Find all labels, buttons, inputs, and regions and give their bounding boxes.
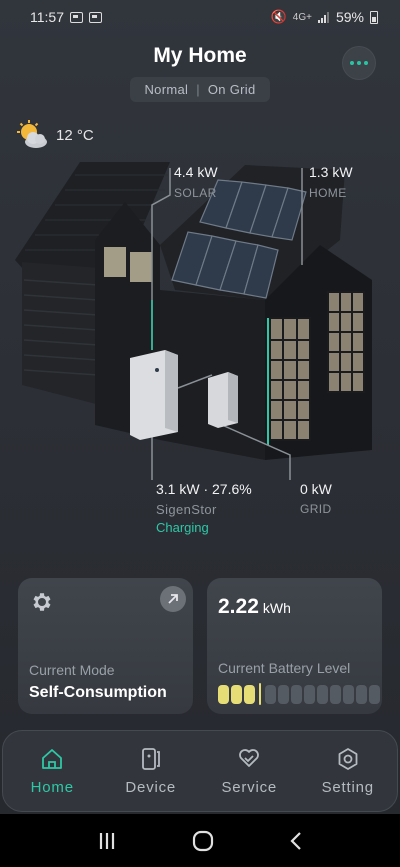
- solar-label: SOLAR: [174, 186, 217, 200]
- battery-cell: [278, 684, 289, 704]
- grid-power-value: 0 kW: [300, 481, 332, 497]
- open-mode-button[interactable]: [160, 586, 186, 612]
- notification-icon: [70, 11, 83, 23]
- battery-cell: [343, 684, 354, 704]
- nav-home[interactable]: Home: [7, 746, 97, 796]
- grid-label: GRID: [300, 502, 332, 516]
- battery-power-value: 3.1 kW · 27.6%: [156, 481, 252, 497]
- mute-icon: 🔇: [270, 9, 287, 24]
- setting-icon: [338, 748, 358, 770]
- home-label: HOME: [309, 186, 347, 200]
- pill-divider: |: [196, 82, 200, 97]
- battery-cell: [218, 684, 229, 704]
- temperature: 12 °C: [56, 126, 94, 144]
- home-icon: [42, 749, 63, 769]
- signal-icon: [317, 11, 329, 23]
- status-bar: 11:57 🔇 4G+ 59%: [0, 0, 400, 34]
- page-title: My Home: [153, 44, 247, 67]
- solar-power-value: 4.4 kW: [174, 164, 218, 180]
- nav-device-label: Device: [125, 779, 177, 796]
- service-icon: [239, 749, 260, 767]
- dot-icon: [357, 61, 361, 65]
- battery-cell: [231, 684, 242, 704]
- dot-icon: [364, 61, 368, 65]
- house-left-wall: [22, 262, 100, 405]
- battery-icon: [370, 10, 378, 24]
- dot-icon: [350, 61, 354, 65]
- battery-energy-unit: kWh: [262, 600, 291, 616]
- gear-icon: [30, 590, 54, 619]
- back-icon[interactable]: [289, 831, 303, 851]
- battery-device-label: SigenStor: [156, 502, 217, 517]
- battery-level-indicator: [218, 683, 380, 705]
- home-button-icon[interactable]: [192, 830, 214, 852]
- battery-energy-amount: 2.22: [218, 595, 259, 618]
- window: [104, 247, 126, 277]
- battery-cell: [330, 684, 341, 704]
- battery-cell: [356, 684, 367, 704]
- system-navigation-bar: [0, 814, 400, 867]
- bottom-navigation: Home Device Service Setting: [2, 730, 398, 812]
- mode-status-pill: Normal | On Grid: [130, 77, 270, 102]
- nav-service-label: Service: [221, 779, 278, 796]
- nav-device[interactable]: Device: [106, 746, 196, 796]
- nav-home-label: Home: [30, 779, 74, 796]
- inverter-unit: [208, 372, 238, 428]
- recent-apps-icon[interactable]: [97, 832, 117, 850]
- nav-service[interactable]: Service: [204, 746, 294, 796]
- battery-cell: [304, 684, 315, 704]
- arrow-up-right-icon: [168, 594, 178, 604]
- home-power-value: 1.3 kW: [309, 164, 353, 180]
- battery-percentage: 59%: [335, 9, 364, 25]
- status-time: 11:57: [30, 9, 64, 25]
- network-type: 4G+: [292, 11, 312, 23]
- notification-icon: [89, 11, 102, 23]
- battery-level-card[interactable]: 2.22 kWh Current Battery Level: [207, 578, 382, 714]
- battery-cell: [244, 684, 255, 704]
- battery-cell: [291, 684, 302, 704]
- battery-cell: [265, 684, 276, 704]
- current-mode-caption: Current Mode: [29, 662, 115, 678]
- current-mode-value: Self-Consumption: [29, 684, 167, 701]
- nav-setting-label: Setting: [321, 779, 374, 796]
- battery-level-caption: Current Battery Level: [218, 660, 351, 676]
- battery-cell: [317, 684, 328, 704]
- current-mode-card[interactable]: Current Mode Self-Consumption: [18, 578, 193, 714]
- more-options-button[interactable]: [343, 47, 375, 79]
- nav-setting[interactable]: Setting: [303, 746, 393, 796]
- battery-energy: 2.22 kWh: [218, 595, 291, 619]
- window: [130, 252, 152, 282]
- partly-cloudy-icon: [17, 120, 47, 148]
- weather-widget: 12 °C: [16, 120, 94, 150]
- operation-mode: Normal: [144, 82, 189, 97]
- battery-level-marker: [259, 683, 261, 705]
- grid-status: On Grid: [207, 82, 256, 97]
- battery-charging-status: Charging: [156, 520, 209, 535]
- device-icon: [141, 748, 160, 770]
- sigenstor-battery: [130, 350, 178, 440]
- battery-cell: [369, 684, 380, 704]
